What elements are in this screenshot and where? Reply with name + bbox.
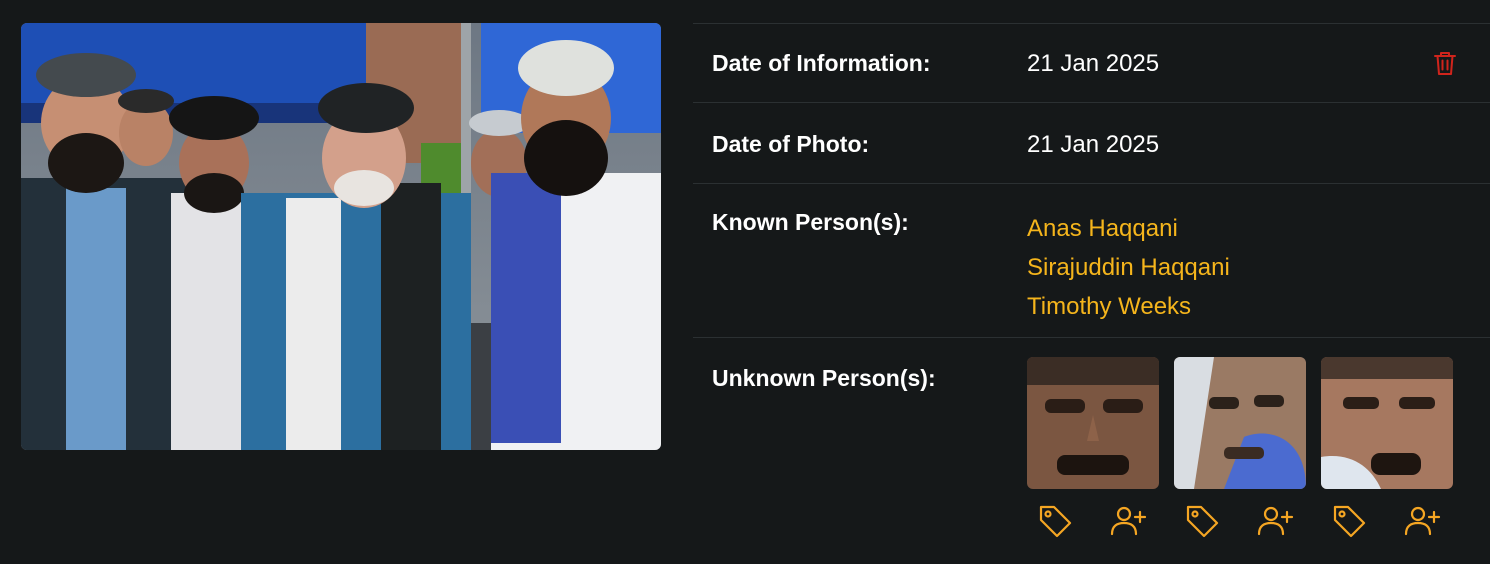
date-of-photo-label: Date of Photo: [712, 131, 870, 157]
unknown-face-card [1027, 357, 1159, 543]
unknown-face-actions [1174, 503, 1306, 543]
unknown-face-thumbnail[interactable] [1174, 357, 1306, 489]
date-of-photo-value: 21 Jan 2025 [1027, 131, 1160, 158]
unknown-face-thumbnail[interactable] [1027, 357, 1159, 489]
unknown-persons-row: Unknown Person(s): [693, 337, 1490, 538]
main-photo[interactable] [21, 23, 661, 450]
known-person-link[interactable]: Sirajuddin Haqqani [1027, 248, 1230, 287]
unknown-face-card [1174, 357, 1306, 543]
photo-details: Date of Information: 21 Jan 2025 Date of… [693, 23, 1490, 538]
known-persons-row: Known Person(s): Anas Haqqani Sirajuddin… [693, 183, 1490, 337]
known-persons-label: Known Person(s): [712, 209, 909, 235]
date-of-information-label: Date of Information: [712, 50, 931, 76]
unknown-face-thumbnail[interactable] [1321, 357, 1453, 489]
tag-icon[interactable] [1184, 503, 1222, 539]
date-of-photo-row: Date of Photo: 21 Jan 2025 [693, 102, 1490, 183]
tag-icon[interactable] [1331, 503, 1369, 539]
trash-icon[interactable] [1433, 50, 1457, 76]
main-photo-image [21, 23, 661, 450]
known-person-link[interactable]: Anas Haqqani [1027, 209, 1230, 248]
date-of-information-value: 21 Jan 2025 [1027, 50, 1160, 77]
unknown-face-actions [1027, 503, 1159, 543]
tag-icon[interactable] [1037, 503, 1075, 539]
user-plus-icon[interactable] [1256, 503, 1294, 539]
unknown-face-actions [1321, 503, 1453, 543]
date-of-information-row: Date of Information: 21 Jan 2025 [693, 23, 1490, 102]
user-plus-icon[interactable] [1403, 503, 1441, 539]
known-person-link[interactable]: Timothy Weeks [1027, 287, 1230, 326]
unknown-face-card [1321, 357, 1453, 543]
user-plus-icon[interactable] [1109, 503, 1147, 539]
unknown-persons-label: Unknown Person(s): [712, 365, 936, 391]
known-persons-list: Anas Haqqani Sirajuddin Haqqani Timothy … [1027, 209, 1230, 326]
